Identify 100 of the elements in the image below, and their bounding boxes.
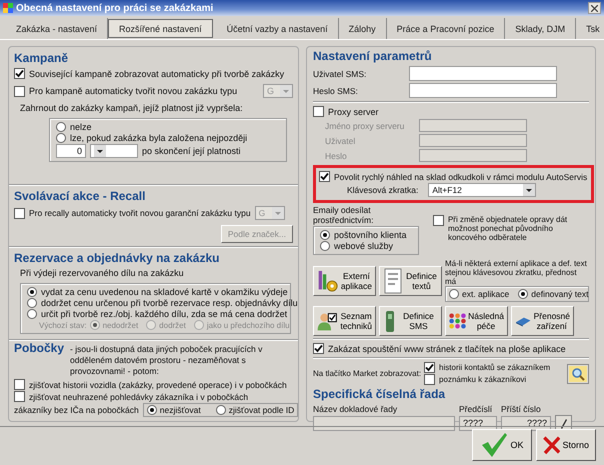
checkbox-label: Při změně objednatele opravy dát možnost ponechat původního koncového odběratele — [448, 215, 568, 242]
checkbox[interactable] — [14, 391, 25, 402]
checkbox[interactable] — [14, 86, 25, 96]
caret-icon — [94, 145, 106, 157]
close-button[interactable] — [588, 2, 601, 14]
checkbox[interactable] — [313, 343, 324, 354]
radio-label: poštovního klienta — [334, 230, 407, 240]
radio-button[interactable] — [320, 241, 330, 251]
tab[interactable]: Účetní vazby a nastavení — [216, 18, 339, 39]
tab[interactable]: Zálohy — [338, 18, 387, 39]
radio-label: jako u předchozího dílu — [206, 320, 290, 330]
input-field[interactable] — [419, 119, 527, 132]
label: Zahrnout do zakázky kampaň, jejíž platnost již vypršela: — [20, 103, 244, 113]
checkmark-icon — [480, 432, 508, 458]
checkbox[interactable] — [14, 208, 25, 219]
radio-button[interactable] — [27, 309, 37, 320]
tab[interactable]: Rozšířené nastavení — [108, 19, 213, 38]
tab[interactable]: Sklady, DJM — [505, 18, 576, 39]
field-label: Uživatel — [324, 136, 356, 146]
checkbox-label: zjišťovat historii vozidla (zakázky, provedené operace) i v pobočkách — [29, 380, 287, 390]
radio-button[interactable] — [27, 298, 37, 308]
checkbox[interactable] — [432, 215, 444, 226]
radio-button[interactable] — [320, 230, 330, 240]
radio-label: dodržet — [159, 320, 186, 330]
radio-label: definovaný text — [531, 289, 588, 299]
checkbox[interactable] — [424, 362, 436, 373]
dialog-button[interactable]: OK — [472, 429, 532, 461]
radio-button[interactable] — [56, 133, 66, 143]
checkbox[interactable] — [14, 379, 25, 390]
field-label: Uživatel SMS: — [313, 68, 368, 78]
radio-label: nelze — [70, 122, 92, 132]
checkbox-label: Povolit rychlý náhled na sklad odkudkoli v rámci modulu AutoServis — [334, 172, 588, 182]
radio-button[interactable] — [146, 405, 157, 415]
description: - jsou-li dostupná data jiných poboček pracujících v odděleném datovém prostoru - nezaměňovat s provozovnami! - potom: — [69, 344, 264, 377]
radio-label: vydat za cenu uvedenou na skladové kartě v okamžiku výdeje — [41, 287, 288, 298]
days-field[interactable]: 0 — [56, 144, 86, 158]
radio-button[interactable] — [449, 289, 459, 299]
radio-button[interactable] — [56, 122, 66, 132]
label: Při výdeji rezervovaného dílu na zakázku — [20, 268, 185, 278]
search-icon — [569, 366, 587, 382]
radio-label: nedodržet — [102, 320, 138, 330]
input-field[interactable] — [313, 416, 455, 431]
checkbox[interactable] — [424, 374, 436, 385]
module-button[interactable]: Následná péče — [445, 306, 508, 336]
module-button[interactable]: Přenosné zařízení — [511, 306, 574, 336]
field-label: Heslo SMS: — [313, 86, 359, 96]
checkbox[interactable] — [313, 106, 324, 117]
checkbox[interactable] — [14, 68, 25, 79]
input-field[interactable] — [419, 149, 527, 162]
tab[interactable]: Tsk — [576, 18, 604, 39]
tool-button[interactable]: Externí aplikace — [313, 266, 376, 296]
section-title: Kampaně — [14, 51, 70, 65]
checkbox-label: Zakázat spouštění www stránek z tlačítek na ploše aplikace — [328, 344, 566, 354]
checkbox[interactable] — [319, 171, 330, 182]
label: Má-li některá externí aplikace a def. text stejnou klávesovou zkratku, přednost má — [445, 259, 588, 286]
checkbox-label: Pro recally automaticky tvořit novou garanční zakázku typu — [29, 208, 251, 218]
checkbox-label: Související kampaně zobrazovat automaticky při tvorbě zakázky — [29, 68, 284, 78]
checkbox-label: poznámku k zákazníkovi — [439, 375, 526, 384]
dialog-button[interactable]: Storno — [536, 429, 596, 461]
app-icon — [3, 3, 13, 13]
radio-button[interactable] — [518, 289, 528, 299]
tool-button[interactable]: Definice textů — [379, 266, 442, 296]
window-title: Obecná nastavení pro práci se zakázkami — [16, 2, 214, 14]
radio-label: webové služby — [334, 241, 394, 251]
checkbox-label: Pro kampaně automaticky tvořit novou zakázku typu — [29, 86, 238, 96]
market-button[interactable] — [567, 364, 589, 384]
radio-label: dodržet cenu určenou při tvorbě rezervace resp. objednávky dílu — [41, 298, 298, 308]
section-title: Svolávací akce - Recall — [14, 189, 146, 204]
tab[interactable]: Práce a Pracovní pozice — [386, 18, 506, 39]
caret-icon — [523, 184, 536, 196]
field-label: Heslo — [324, 150, 348, 160]
label: po skončení její platnosti — [142, 146, 241, 156]
module-button[interactable]: Definice SMS — [379, 306, 442, 336]
column-header: Příští číslo — [501, 404, 542, 414]
radio-button[interactable] — [216, 405, 226, 415]
checkbox-label: Proxy server — [328, 106, 379, 116]
label: Emaily odesílat prostřednictvím: — [313, 205, 374, 225]
radio-label: určit při tvorbě rez./obj. každého dílu, zda se má cena dodržet — [41, 309, 288, 320]
dropdown[interactable] — [90, 144, 138, 158]
column-header: Předčíslí — [459, 404, 494, 414]
checkbox-label: zjišťovat neuhrazené pohledávky zákazníka i v pobočkách — [29, 392, 248, 402]
radio-button[interactable] — [27, 287, 37, 298]
phone-icon — [383, 308, 397, 334]
input-field[interactable] — [409, 83, 557, 98]
close-icon — [591, 4, 598, 12]
module-button[interactable]: Seznam techniků — [313, 306, 376, 336]
radio-label: zjišťovat podle ID — [228, 405, 294, 415]
input-field[interactable] — [419, 134, 527, 147]
field-label: Klávesová zkratka: — [347, 185, 418, 195]
shortcut-dropdown[interactable]: Alt+F12 — [428, 183, 536, 197]
section-title: Pobočky — [14, 343, 64, 354]
section-title: Rezervace a objednávky na zakázku — [14, 251, 220, 266]
field-label: Jméno proxy serveru — [324, 120, 406, 130]
section-title: Specifická číselná řada — [313, 387, 446, 401]
caret-icon — [280, 85, 292, 97]
radio-label: nezjišťovat — [160, 405, 201, 415]
column-header: Název dokladové řady — [313, 404, 398, 414]
radio-label: ext. aplikace — [462, 289, 510, 299]
input-field[interactable] — [409, 66, 557, 81]
checkbox-label: historii kontaktů se zákazníkem — [439, 363, 550, 372]
